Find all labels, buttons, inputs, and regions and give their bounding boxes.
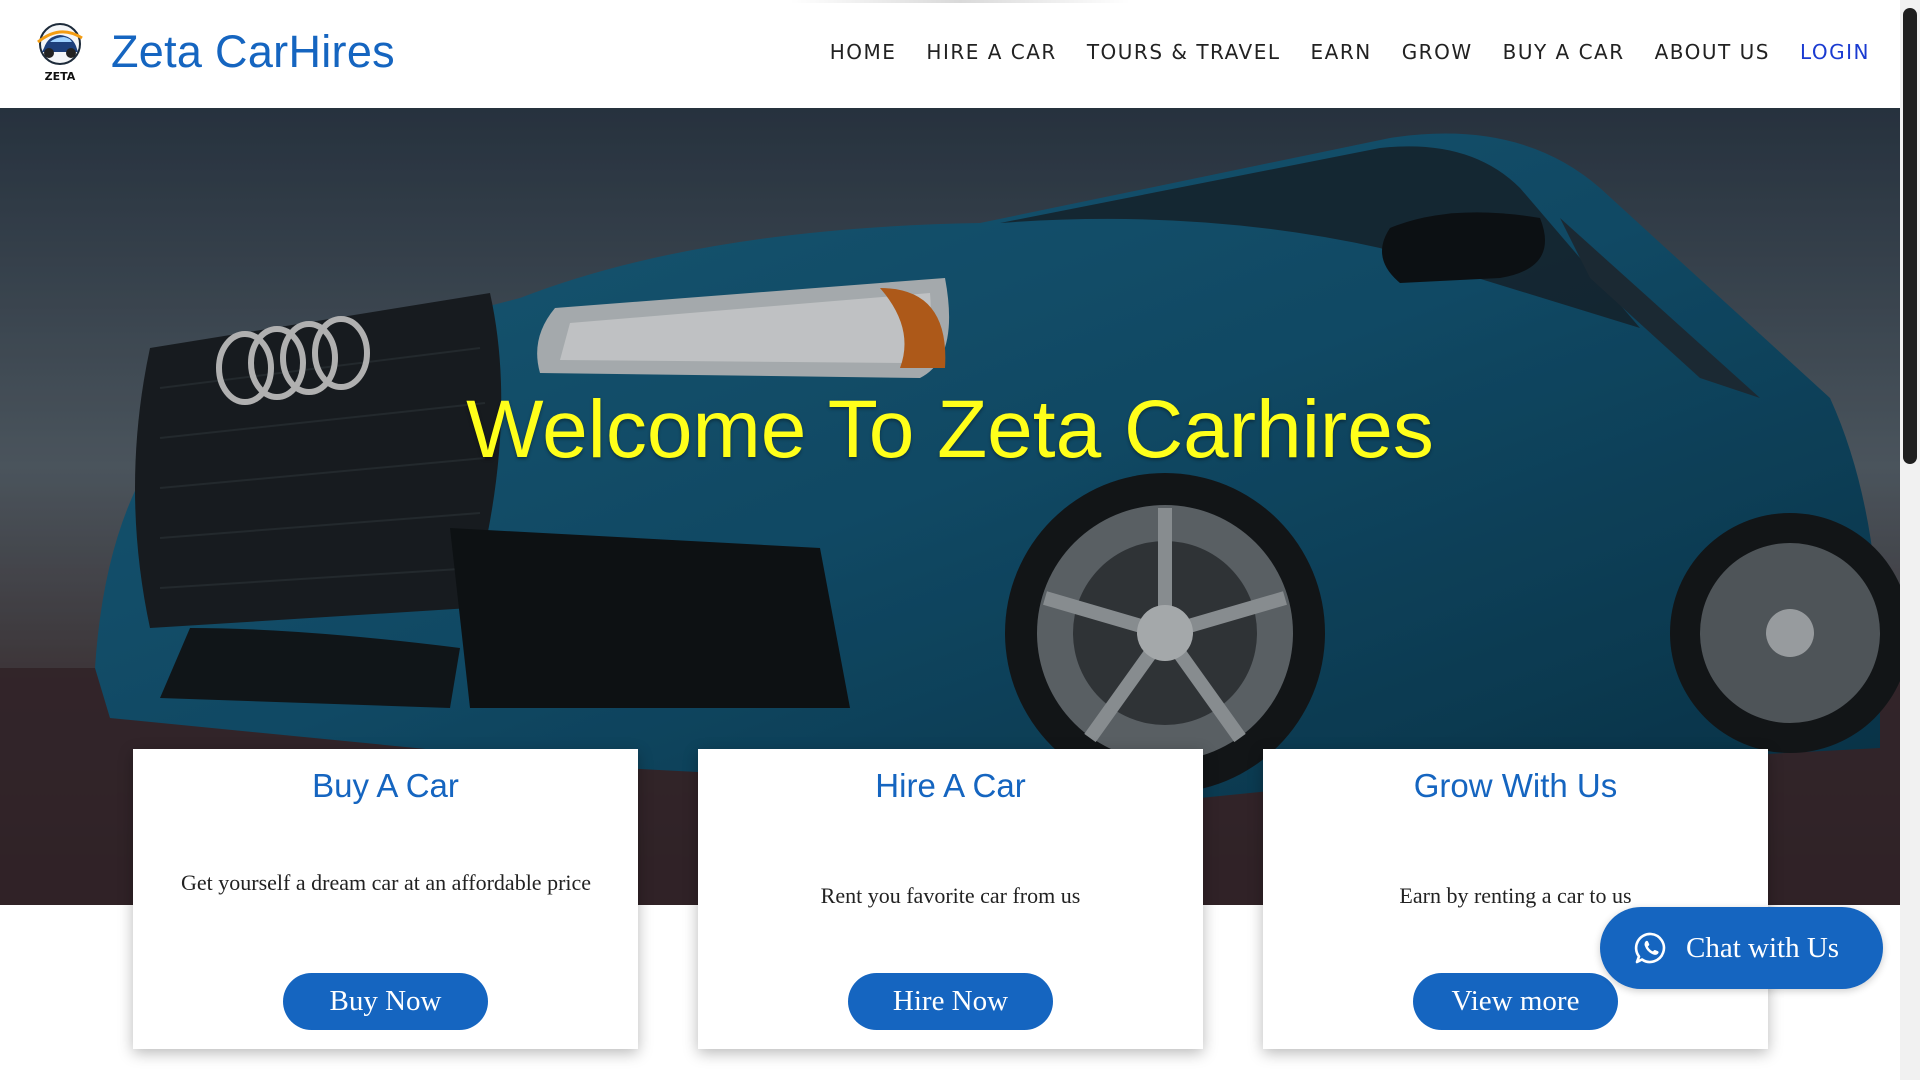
chat-with-us-button[interactable]: Chat with Us xyxy=(1600,907,1883,989)
nav-hire-a-car[interactable]: HIRE A CAR xyxy=(926,40,1056,64)
brand-name[interactable]: Zeta CarHires xyxy=(111,26,395,78)
card-hire-a-car: Hire A Car Rent you favorite car from us… xyxy=(698,749,1203,1049)
nav-grow[interactable]: GROW xyxy=(1402,40,1473,64)
card-title: Grow With Us xyxy=(1413,767,1618,804)
card-title: Hire A Car xyxy=(875,767,1026,804)
main-nav: HOME HIRE A CAR TOURS & TRAVEL EARN GROW… xyxy=(800,40,1870,64)
nav-login[interactable]: LOGIN xyxy=(1800,40,1870,64)
view-more-button[interactable]: View more xyxy=(1413,973,1618,1030)
card-description: Get yourself a dream car at an affordabl… xyxy=(181,870,592,895)
whatsapp-icon xyxy=(1634,932,1666,964)
card-description: Rent you favorite car from us xyxy=(820,883,1081,908)
scrollbar-thumb[interactable] xyxy=(1903,8,1917,464)
nav-tours-travel[interactable]: TOURS & TRAVEL xyxy=(1087,40,1281,64)
buy-now-button[interactable]: Buy Now xyxy=(283,973,488,1030)
nav-earn[interactable]: EARN xyxy=(1311,40,1372,64)
svg-text:ZETA: ZETA xyxy=(45,70,76,83)
nav-buy-a-car[interactable]: BUY A CAR xyxy=(1503,40,1625,64)
site-header: ZETA Zeta CarHires HOME HIRE A CAR TOURS… xyxy=(0,0,1900,108)
card-buy-a-car: Buy A Car Get yourself a dream car at an… xyxy=(133,749,638,1049)
hero-title: Welcome To Zeta Carhires xyxy=(466,384,1434,475)
card-grow-with-us: Grow With Us Earn by renting a car to us… xyxy=(1263,749,1768,1049)
chat-label: Chat with Us xyxy=(1686,931,1840,964)
card-title: Buy A Car xyxy=(312,767,459,804)
nav-home[interactable]: HOME xyxy=(830,40,897,64)
card-description: Earn by renting a car to us xyxy=(1399,883,1632,908)
header-shadow xyxy=(790,0,1130,3)
nav-about-us[interactable]: ABOUT US xyxy=(1655,40,1770,64)
hire-now-button[interactable]: Hire Now xyxy=(848,973,1053,1030)
logo-icon[interactable]: ZETA xyxy=(30,22,90,84)
page-scrollbar[interactable] xyxy=(1900,0,1920,1080)
